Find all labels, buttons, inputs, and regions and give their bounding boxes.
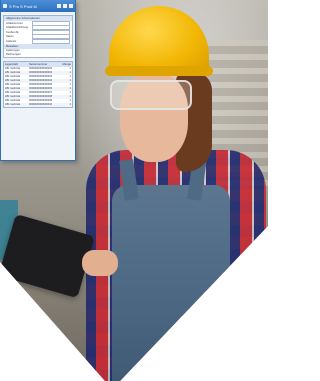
hard-hat-brim: [105, 66, 213, 76]
field-label: Lieferant: [6, 39, 17, 43]
minimize-icon[interactable]: [57, 4, 61, 8]
cell: 0000000000000010: [29, 102, 53, 106]
field-label: Artikelnummer: [6, 21, 23, 25]
app-icon: [3, 4, 7, 8]
denim-overall: [112, 185, 230, 381]
info-panel: Allgemeine Informationen Artikelnummer A…: [3, 15, 73, 58]
app-window-screenshot: S Pro S Prod M Allgemeine Informationen …: [0, 0, 76, 161]
cell: LB1 Gebinde: [5, 102, 21, 106]
field-label: Datum: [6, 35, 14, 39]
field-label: Artikelbezeichnung: [6, 26, 28, 30]
serial-list: Lagerplatz Seriennummer Menge LB1 Gebind…: [3, 60, 73, 108]
cell: 1: [69, 102, 71, 106]
close-icon[interactable]: [69, 4, 73, 8]
list-row[interactable]: LB1 Gebinde 0000000000000010 1: [4, 102, 72, 107]
window-controls: [57, 4, 73, 8]
maximize-icon[interactable]: [63, 4, 67, 8]
text-field[interactable]: [32, 38, 70, 44]
tablet-device: [0, 214, 95, 299]
safety-glasses: [110, 80, 192, 110]
tree-item[interactable]: Rechnungen: [4, 53, 72, 57]
hand: [82, 250, 118, 276]
list-body: LB1 Gebinde 0000000000000001 1 LB1 Gebinde…: [4, 67, 72, 107]
window-title: S Pro S Prod M: [9, 3, 37, 9]
field-label: Kunden-Nr.: [6, 30, 20, 34]
window-title-bar: S Pro S Prod M: [1, 0, 75, 12]
